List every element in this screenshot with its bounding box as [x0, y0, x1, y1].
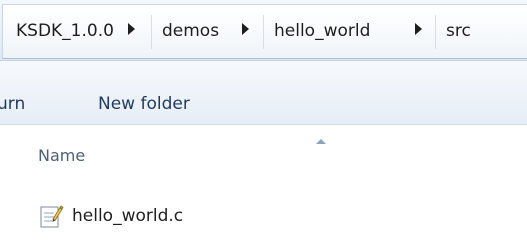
new-folder-button[interactable]: New folder	[98, 91, 190, 117]
breadcrumb-chevron-icon[interactable]	[415, 23, 422, 35]
breadcrumb-separator	[263, 15, 264, 49]
column-header-bar: Name	[0, 126, 527, 178]
sort-ascending-icon	[316, 139, 326, 144]
breadcrumb-item-ksdk[interactable]: KSDK_1.0.0	[16, 17, 114, 45]
file-name: hello_world.c	[72, 206, 184, 226]
column-header-name[interactable]: Name	[38, 146, 85, 165]
burn-button[interactable]: urn	[0, 91, 25, 117]
breadcrumb-item-demos[interactable]: demos	[162, 17, 219, 45]
breadcrumb-chevron-icon[interactable]	[128, 23, 135, 35]
breadcrumb-item-hello-world[interactable]: hello_world	[274, 17, 370, 45]
c-source-file-icon	[38, 203, 64, 229]
breadcrumb-item-src[interactable]: src	[446, 17, 471, 45]
address-bar: KSDK_1.0.0 demos hello_world src	[0, 0, 527, 60]
breadcrumb[interactable]: KSDK_1.0.0 demos hello_world src	[2, 4, 527, 59]
file-list-item[interactable]: hello_world.c	[0, 198, 527, 232]
command-toolbar: urn New folder	[0, 61, 527, 125]
breadcrumb-separator	[151, 15, 152, 49]
breadcrumb-separator	[435, 15, 436, 49]
breadcrumb-chevron-icon[interactable]	[242, 23, 249, 35]
